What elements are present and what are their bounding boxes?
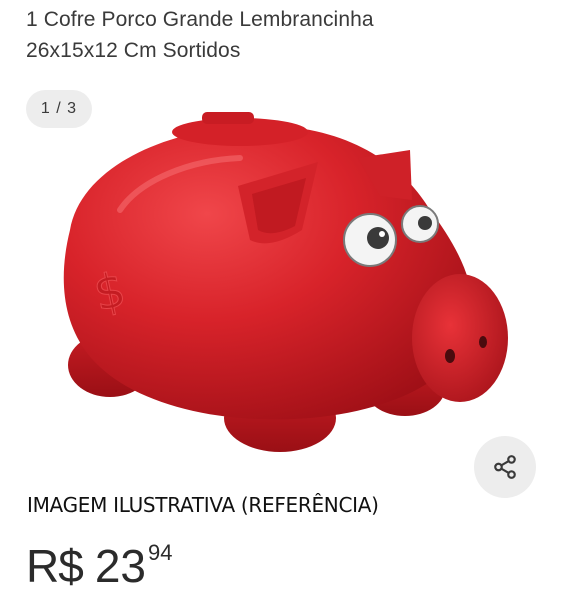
right-nostril [479,336,487,348]
share-button[interactable] [474,436,536,498]
left-eye-pupil [367,227,389,249]
share-icon [494,455,516,479]
price-cents: 94 [147,540,173,565]
product-image[interactable]: $ [40,100,520,470]
left-eye-shine [379,231,385,237]
illustrative-caption: IMAGEM ILUSTRATIVA (REFERÊNCIA) [27,493,379,517]
left-nostril [445,349,455,363]
product-title-line2: 26x15x12 Cm Sortidos [26,39,241,62]
coin-slot [202,112,254,124]
right-eye-pupil [418,216,432,230]
pig-body [63,125,473,420]
price: R$ 2394 [26,536,172,596]
product-title-line1: 1 Cofre Porco Grande Lembrancinha [26,8,374,31]
price-currency: R$ [26,540,84,592]
price-integer: 23 [94,540,146,592]
image-counter: 1 / 3 [26,90,92,128]
pig-snout [412,274,508,402]
product-title: 1 Cofre Porco Grande Lembrancinha 26x15x… [26,4,546,66]
